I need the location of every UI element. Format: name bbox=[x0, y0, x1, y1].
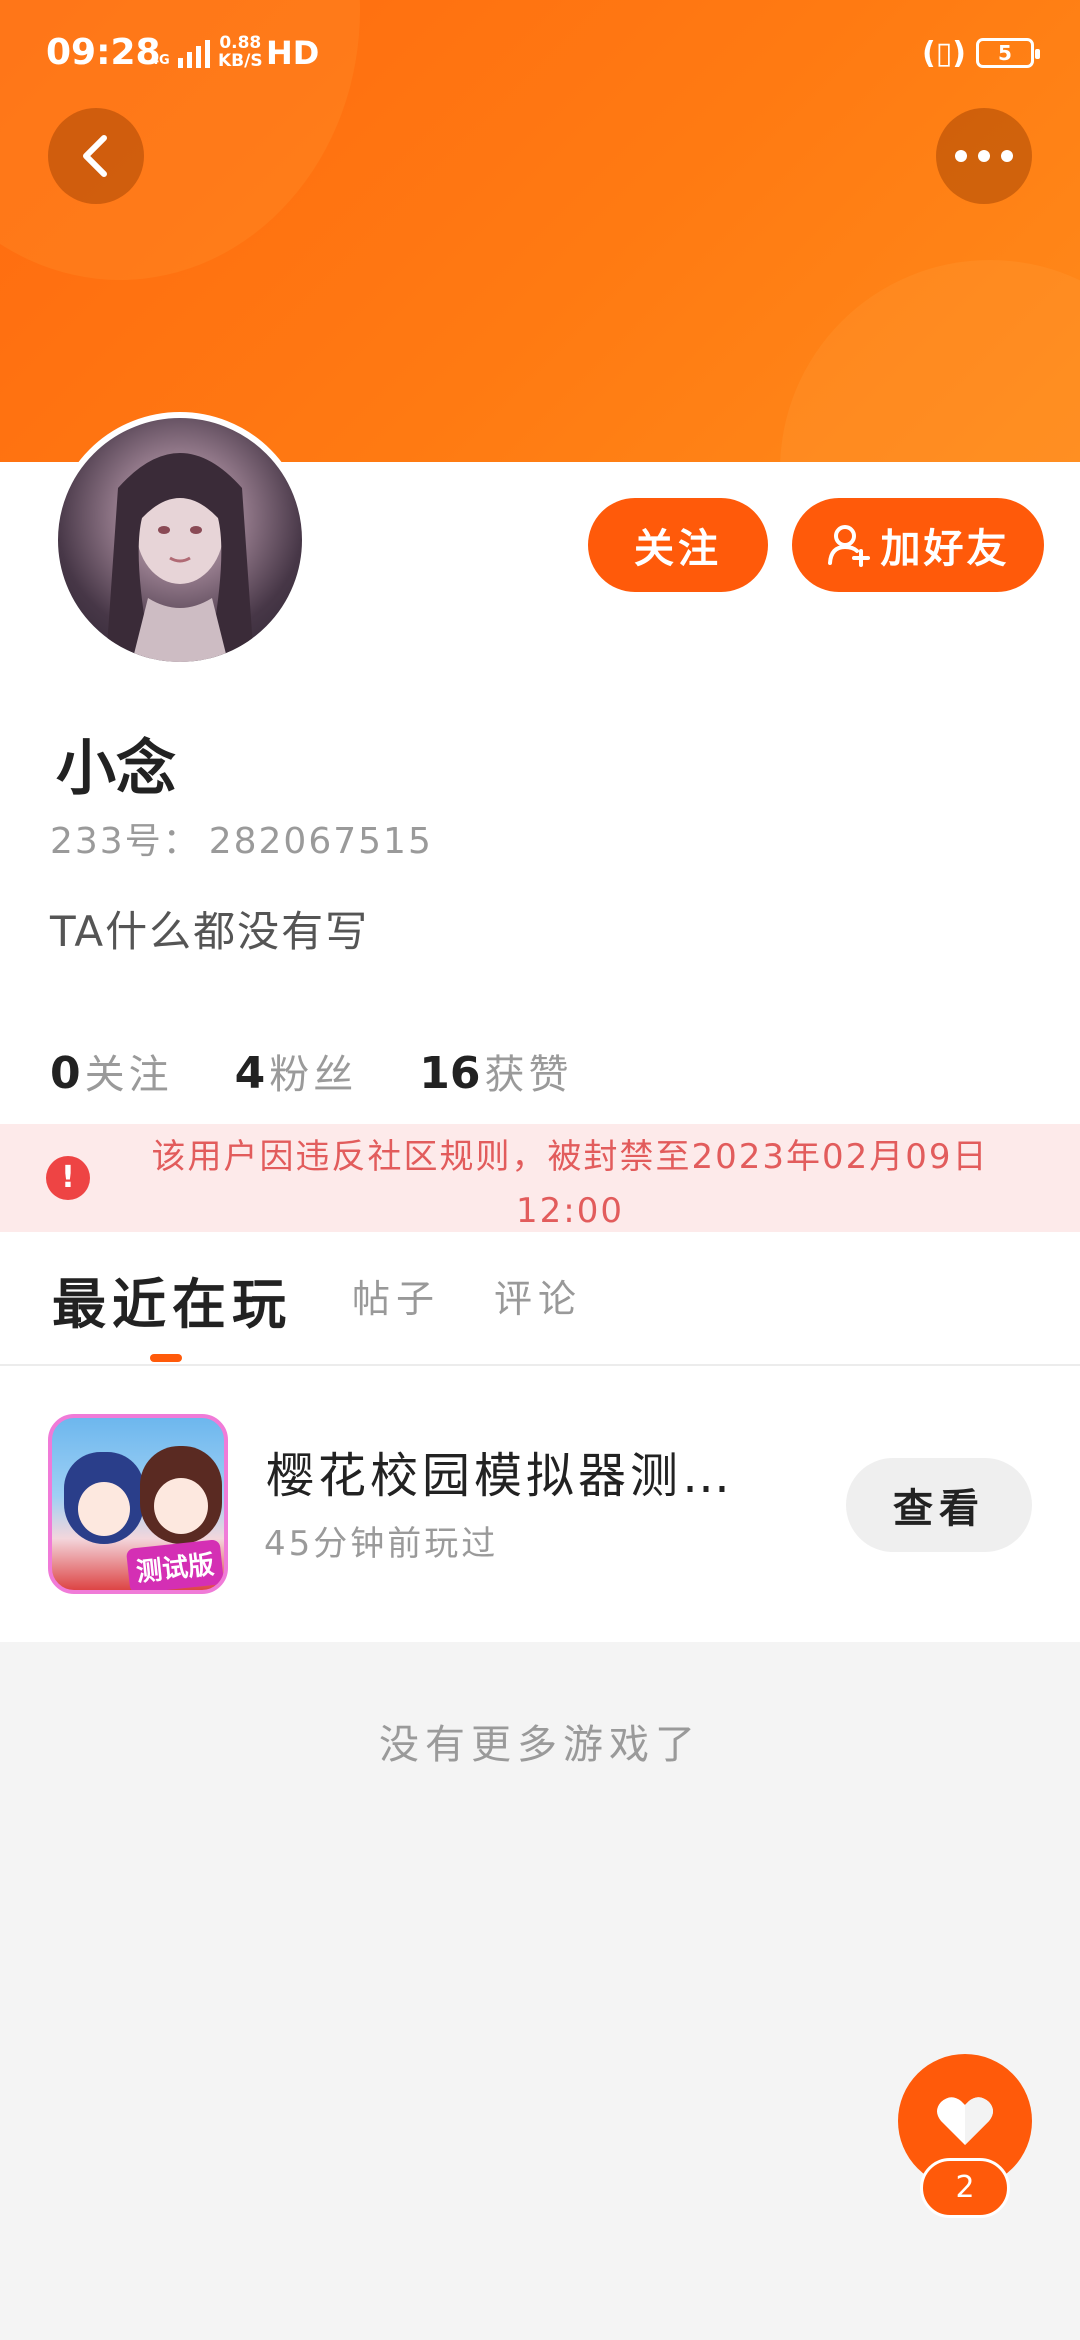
game-icon: 测试版 bbox=[48, 1414, 228, 1594]
username: 小念 bbox=[56, 734, 176, 804]
chevron-left-icon bbox=[83, 135, 107, 177]
avatar-image bbox=[106, 453, 254, 662]
network-type: 4G bbox=[150, 53, 170, 68]
exclamation-icon: ! bbox=[46, 1156, 90, 1200]
heart-icon bbox=[937, 2097, 993, 2145]
user-id-value: 282067515 bbox=[208, 821, 433, 862]
header-banner: 09:28 4G 0.88 KB/S HD (▯) 5 bbox=[0, 0, 1080, 462]
user-bio: TA什么都没有写 bbox=[50, 907, 370, 956]
banner-decoration bbox=[780, 260, 1080, 462]
follow-button[interactable]: 关注 bbox=[588, 498, 768, 592]
status-time: 09:28 bbox=[46, 32, 161, 73]
game-title: 樱花校园模拟器测… bbox=[266, 1448, 735, 1504]
stat-following[interactable]: 0 关注 bbox=[50, 1042, 173, 1100]
battery-icon: 5 bbox=[976, 38, 1040, 68]
test-version-badge: 测试版 bbox=[125, 1539, 224, 1590]
network-speed: 0.88 KB/S bbox=[218, 33, 263, 71]
stat-likes[interactable]: 16 获赞 bbox=[419, 1042, 572, 1100]
vibrate-icon: (▯) bbox=[922, 36, 966, 71]
add-user-icon bbox=[827, 525, 870, 567]
tab-indicator bbox=[150, 1354, 182, 1362]
user-id: 233号： 282067515 bbox=[50, 812, 433, 864]
tab-posts[interactable]: 帖子 bbox=[352, 1268, 440, 1323]
more-button[interactable] bbox=[936, 108, 1032, 204]
more-dots-icon bbox=[955, 150, 1013, 162]
tab-bar: 最近在玩 帖子 评论 bbox=[0, 1232, 1080, 1366]
avatar[interactable] bbox=[52, 412, 308, 668]
user-stats: 0 关注 4 粉丝 16 获赞 bbox=[50, 1042, 572, 1100]
user-id-label: 233号： bbox=[50, 821, 201, 862]
tab-recent-playing[interactable]: 最近在玩 bbox=[52, 1260, 292, 1339]
add-friend-button[interactable]: 加好友 bbox=[792, 498, 1044, 592]
view-game-button[interactable]: 查看 bbox=[846, 1458, 1032, 1552]
list-item[interactable]: 测试版 樱花校园模拟器测… 45分钟前玩过 查看 bbox=[0, 1366, 1080, 1642]
like-count-badge: 2 bbox=[920, 2158, 1010, 2218]
no-more-games-text: 没有更多游戏了 bbox=[379, 1722, 701, 1768]
hd-indicator: HD bbox=[266, 34, 320, 72]
tab-comments[interactable]: 评论 bbox=[494, 1268, 582, 1323]
stat-fans[interactable]: 4 粉丝 bbox=[235, 1042, 358, 1100]
back-button[interactable] bbox=[48, 108, 144, 204]
ban-notice-text: 该用户因违反社区规则，被封禁至2023年02月09日 12:00 bbox=[151, 1137, 989, 1231]
signal-icon: 4G bbox=[150, 34, 210, 68]
status-bar: 09:28 4G 0.88 KB/S HD (▯) 5 bbox=[0, 0, 1080, 108]
game-played-time: 45分钟前玩过 bbox=[264, 1524, 499, 1564]
ban-notice: ! 该用户因违反社区规则，被封禁至2023年02月09日 12:00 bbox=[0, 1124, 1080, 1232]
